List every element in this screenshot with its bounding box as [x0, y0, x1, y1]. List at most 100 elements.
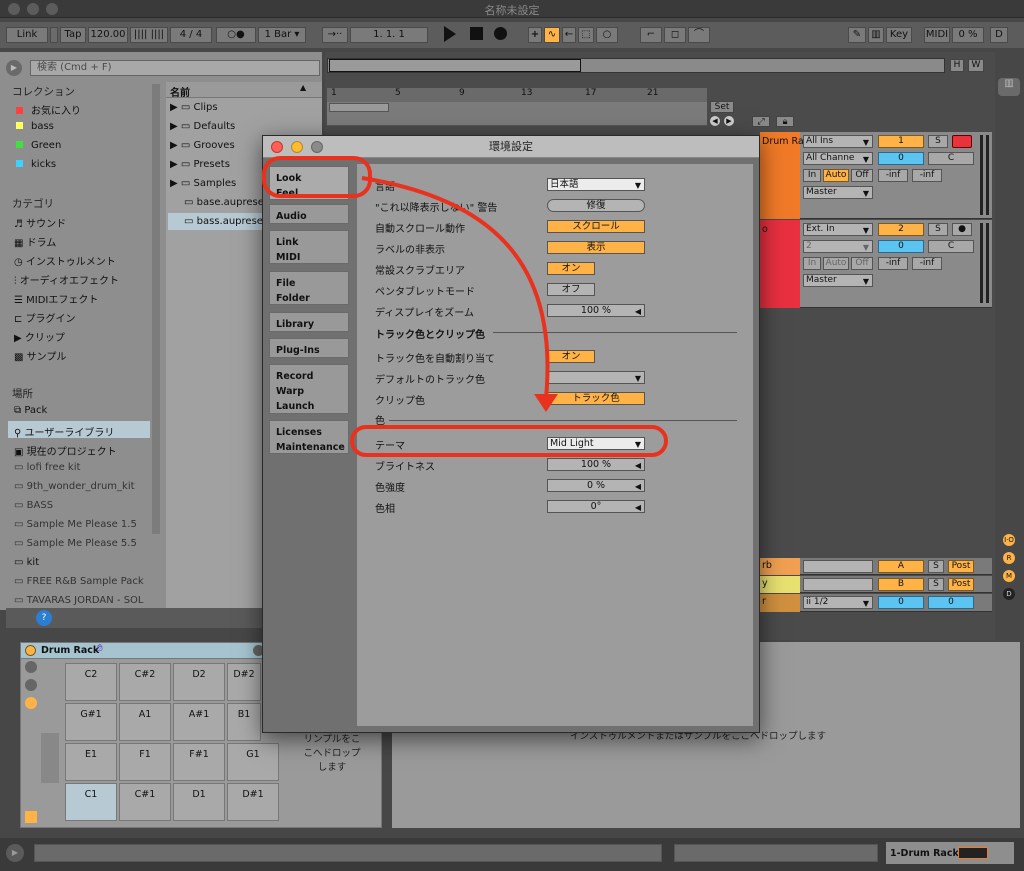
- solo-button[interactable]: S: [928, 223, 948, 236]
- punch-out-icon[interactable]: ⌒: [688, 27, 710, 43]
- place-user-library[interactable]: ⚲ ユーザーライブラリ: [14, 424, 114, 439]
- monitor-off-button[interactable]: Off: [851, 169, 873, 182]
- output-chooser[interactable]: Master ▼: [803, 274, 873, 287]
- sends-icon[interactable]: [25, 697, 37, 709]
- browser-folder-defaults[interactable]: ▶ ▭ Defaults: [170, 121, 235, 132]
- place-folder[interactable]: ▭ Sample Me Please 5.5: [14, 538, 137, 549]
- pan-field[interactable]: C: [928, 240, 974, 253]
- name-column-header[interactable]: 名前: [170, 84, 190, 99]
- chain-list-icon[interactable]: [25, 679, 37, 691]
- drum-pad[interactable]: C#1: [119, 783, 171, 821]
- minimize-icon[interactable]: [291, 141, 303, 153]
- drum-pad[interactable]: F1: [119, 743, 171, 781]
- automation-arm-icon[interactable]: ∿: [544, 27, 560, 43]
- loop-brace[interactable]: [329, 103, 389, 112]
- overview-h-button[interactable]: H: [950, 59, 964, 72]
- cue-out-chooser[interactable]: ii 1/2 ▼: [803, 596, 873, 609]
- session-view-icon[interactable]: ▥: [998, 78, 1020, 96]
- drum-pad[interactable]: E1: [65, 743, 117, 781]
- place-folder[interactable]: ▭ kit: [14, 557, 39, 568]
- drum-pad[interactable]: C2: [65, 663, 117, 701]
- tempo-nudge-buttons[interactable]: |||| ||||: [130, 27, 168, 43]
- collection-green[interactable]: Green: [16, 140, 61, 151]
- pen-tablet-mode-toggle[interactable]: オフ: [547, 283, 595, 296]
- monitor-auto-button[interactable]: Auto: [823, 257, 849, 270]
- info-view-icon[interactable]: ?: [36, 610, 52, 626]
- track-name[interactable]: y: [762, 578, 768, 589]
- next-locator-icon[interactable]: ▶: [724, 116, 734, 126]
- monitor-off-button[interactable]: Off: [851, 257, 873, 270]
- solo-button[interactable]: S: [928, 578, 944, 591]
- place-folder[interactable]: ▭ Sample Me Please 1.5: [14, 519, 137, 530]
- solo-button[interactable]: S: [928, 135, 948, 148]
- session-record-icon[interactable]: ○: [596, 27, 618, 43]
- restore-button[interactable]: 修復: [547, 199, 645, 212]
- input-channel-chooser[interactable]: All Channe ▼: [803, 152, 873, 165]
- drum-pad[interactable]: A#1: [173, 703, 225, 741]
- drum-pad[interactable]: D2: [173, 663, 225, 701]
- detail-toggle-icon[interactable]: ▶: [6, 844, 24, 862]
- hide-labels-toggle[interactable]: 表示: [547, 241, 645, 254]
- browser-folder-clips[interactable]: ▶ ▭ Clips: [170, 102, 218, 113]
- drum-pad[interactable]: G1: [227, 743, 279, 781]
- song-position-field[interactable]: 1. 1. 1: [350, 27, 428, 43]
- device-activator-icon[interactable]: [25, 645, 36, 656]
- brightness-field[interactable]: 100 % ◀: [547, 458, 645, 471]
- place-folder[interactable]: ▭ 9th_wonder_drum_kit: [14, 481, 135, 492]
- output-chooser[interactable]: Master ▼: [803, 186, 873, 199]
- drum-pad-selected[interactable]: C1: [65, 783, 117, 821]
- track-name[interactable]: o: [762, 224, 768, 235]
- track-activator[interactable]: 1: [878, 135, 924, 148]
- tab-audio[interactable]: Audio: [269, 204, 349, 224]
- collection-bass[interactable]: bass: [16, 121, 54, 132]
- category-drums[interactable]: ▦ ドラム: [14, 234, 56, 249]
- tab-record-warp-launch[interactable]: Record Warp Launch: [269, 364, 349, 414]
- input-type-chooser[interactable]: Ext. In ▼: [803, 223, 873, 236]
- close-icon[interactable]: [271, 141, 283, 153]
- drum-pad[interactable]: B1: [227, 703, 261, 741]
- monitor-in-button[interactable]: In: [803, 257, 821, 270]
- category-plugins[interactable]: ⊏ プラグイン: [14, 310, 76, 325]
- overview-selection[interactable]: [329, 59, 581, 72]
- default-track-color-dropdown[interactable]: ▼: [547, 371, 645, 384]
- collection-kicks[interactable]: kicks: [16, 159, 56, 170]
- sort-up-icon[interactable]: ▲: [300, 83, 306, 92]
- drum-pad[interactable]: D1: [173, 783, 225, 821]
- master-track[interactable]: r ii 1/2 ▼ 0 0: [760, 594, 992, 612]
- arm-record-icon[interactable]: [952, 135, 972, 148]
- category-midi-effects[interactable]: ☰ MIDIエフェクト: [14, 291, 98, 306]
- mixer-toggle-icon[interactable]: M: [1003, 570, 1015, 582]
- io-icon[interactable]: [25, 811, 37, 823]
- category-sounds[interactable]: ♬ サウンド: [14, 215, 66, 230]
- monitor-in-button[interactable]: In: [803, 169, 821, 182]
- browser-file[interactable]: ▭ base.aupreset: [184, 197, 268, 208]
- browser-file-selected[interactable]: ▭ bass.aupreset: [184, 216, 267, 227]
- volume-field[interactable]: 0: [878, 240, 924, 253]
- previous-locator-icon[interactable]: ◀: [710, 116, 720, 126]
- back-to-arrangement-icon[interactable]: ←: [562, 27, 576, 43]
- drum-pad[interactable]: G#1: [65, 703, 117, 741]
- volume-field[interactable]: 0: [878, 596, 924, 609]
- set-locator-button[interactable]: Set: [710, 101, 734, 113]
- permanent-scrub-toggle[interactable]: オン: [547, 262, 595, 275]
- pad-overview[interactable]: [41, 733, 59, 783]
- quantization-menu[interactable]: 1 Bar ▾: [258, 27, 306, 43]
- delay-toggle-icon[interactable]: D: [1003, 588, 1015, 600]
- place-folder[interactable]: ▭ BASS: [14, 500, 53, 511]
- place-folder[interactable]: ▭ TAVARAS JORDAN - SOL: [14, 595, 144, 605]
- place-folder[interactable]: ▭ lofi free kit: [14, 462, 80, 473]
- drum-pad[interactable]: D#1: [227, 783, 279, 821]
- return-field[interactable]: [803, 560, 873, 573]
- arm-record-icon[interactable]: ●: [952, 223, 972, 236]
- post-button[interactable]: Post: [948, 560, 974, 573]
- zoom-display-field[interactable]: 100 % ◀: [547, 304, 645, 317]
- track-name[interactable]: r: [762, 596, 766, 607]
- track-activator[interactable]: 2: [878, 223, 924, 236]
- tempo-field[interactable]: 120.00: [88, 27, 128, 43]
- key-map-button[interactable]: Key: [886, 27, 912, 43]
- pad-view-icon[interactable]: [25, 661, 37, 673]
- overview-w-button[interactable]: W: [968, 59, 984, 72]
- follow-button[interactable]: →··: [322, 27, 348, 43]
- pan-field[interactable]: C: [928, 152, 974, 165]
- beat-time-ruler[interactable]: 1 5 9 13 17 21: [327, 88, 707, 102]
